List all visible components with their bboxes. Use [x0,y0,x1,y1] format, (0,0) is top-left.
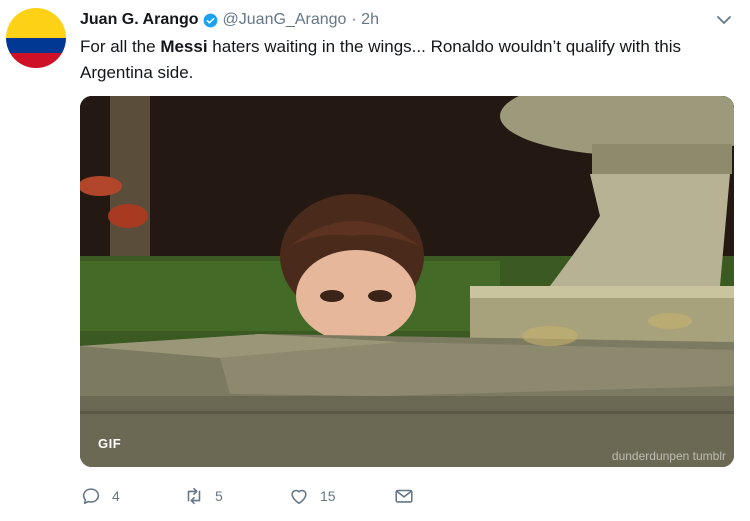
retweet-icon [187,487,201,505]
envelope-icon [395,489,413,503]
tweet-text-before: For all the [80,37,161,56]
reply-button[interactable]: 4 [80,484,120,508]
gif-frame [80,96,734,467]
like-button[interactable]: 15 [288,484,336,508]
verified-badge-icon [203,13,218,28]
retweet-button[interactable]: 5 [183,484,223,508]
tweet-time[interactable]: · 2h [351,11,379,29]
tweet-text-bold: Messi [160,37,208,56]
gif-watermark: dunderdunpen tumblr [611,449,726,463]
retweet-count: 5 [215,488,223,504]
gif-media[interactable]: GIF dunderdunpen tumblr [80,96,734,467]
tweet-header: Juan G. Arango @JuanG_Arango · 2h [80,9,379,31]
heart-icon [291,489,307,505]
like-count: 15 [320,488,336,504]
author-name[interactable]: Juan G. Arango [80,11,199,29]
avatar[interactable] [6,8,66,68]
reply-count: 4 [112,488,120,504]
reply-icon [82,488,100,505]
author-handle[interactable]: @JuanG_Arango [223,11,347,29]
direct-message-button[interactable] [393,484,415,508]
gif-badge: GIF [98,436,122,451]
tweet-text: For all the Messi haters waiting in the … [80,34,730,86]
chevron-down-icon[interactable] [716,12,732,28]
